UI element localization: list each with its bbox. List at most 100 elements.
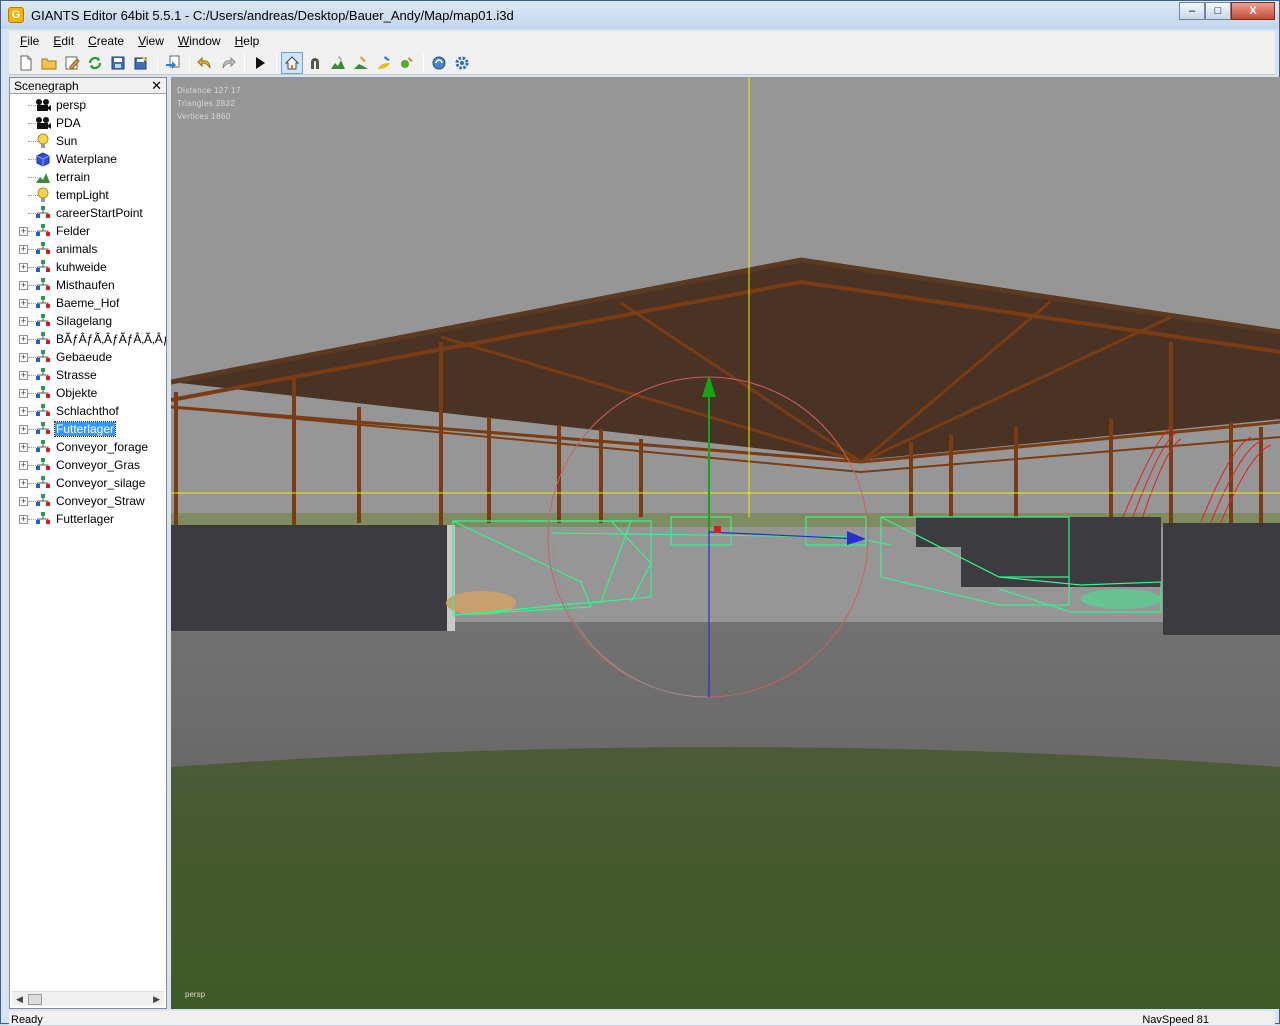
tree-item-label[interactable]: Conveyor_forage (55, 440, 149, 454)
tree-item[interactable]: persp (10, 96, 166, 114)
tree-item-label[interactable]: PDA (55, 116, 82, 130)
foliage-paint-icon[interactable] (373, 52, 395, 74)
tree-item-label[interactable]: Conveyor_Gras (55, 458, 141, 472)
menu-file[interactable]: File (13, 34, 46, 48)
tree-item[interactable]: + Silagelang (10, 312, 166, 330)
terrain-paint-icon[interactable] (350, 52, 372, 74)
open-file-icon[interactable] (38, 52, 60, 74)
expand-icon[interactable]: + (19, 317, 28, 326)
tree-item-label[interactable]: Baeme_Hof (55, 296, 120, 310)
close-button[interactable]: X (1231, 2, 1275, 20)
3d-viewport[interactable]: Distance 127.17 Triangles 2832 Vertices … (171, 77, 1280, 1009)
expand-icon[interactable]: + (19, 425, 28, 434)
tree-item-label[interactable]: tempLight (55, 188, 110, 202)
tree-item[interactable]: PDA (10, 114, 166, 132)
tree-item[interactable]: careerStartPoint (10, 204, 166, 222)
tree-item[interactable]: + Misthaufen (10, 276, 166, 294)
tree-item[interactable]: + Strasse (10, 366, 166, 384)
tree-item-label[interactable]: Sun (55, 134, 78, 148)
tree-item[interactable]: + Conveyor_Gras (10, 456, 166, 474)
tree-item-label[interactable]: Conveyor_silage (55, 476, 146, 490)
scenegraph-tree[interactable]: persp PDA Sun Waterplane terrain tempLight car… (10, 96, 166, 986)
title-bar[interactable]: G GIANTS Editor 64bit 5.5.1 - C:/Users/a… (1, 1, 1279, 29)
tree-item-label[interactable]: Objekte (55, 386, 98, 400)
reload-icon[interactable] (84, 52, 106, 74)
horizontal-scrollbar[interactable]: ◀ ▶ (12, 991, 164, 1006)
tree-item-label[interactable]: persp (55, 98, 87, 112)
tree-item-label[interactable]: BÃƒÂƒÃ‚ÂƒÃƒÂ‚Ã‚Âƒ (55, 332, 166, 346)
expand-icon[interactable]: + (19, 461, 28, 470)
tree-item[interactable]: + Schlachthof (10, 402, 166, 420)
tree-item-label[interactable]: Futterlager (55, 512, 115, 526)
menu-edit[interactable]: Edit (46, 34, 81, 48)
tree-item-label[interactable]: Felder (55, 224, 91, 238)
menu-window[interactable]: Window (171, 34, 228, 48)
expand-icon[interactable]: + (19, 479, 28, 488)
tree-item[interactable]: + Conveyor_Straw (10, 492, 166, 510)
expand-icon[interactable]: + (19, 443, 28, 452)
expand-icon[interactable]: + (19, 515, 28, 524)
settings-icon[interactable] (451, 52, 473, 74)
expand-icon[interactable]: + (19, 299, 28, 308)
tree-item-label[interactable]: Conveyor_Straw (55, 494, 146, 508)
tree-item[interactable]: + Gebaeude (10, 348, 166, 366)
tree-item-label[interactable]: terrain (55, 170, 91, 184)
tree-item[interactable]: Waterplane (10, 150, 166, 168)
new-file-icon[interactable] (15, 52, 37, 74)
close-icon[interactable]: ✕ (151, 79, 162, 92)
tree-item[interactable]: + animals (10, 240, 166, 258)
expand-icon[interactable]: + (19, 353, 28, 362)
save-icon[interactable] (107, 52, 129, 74)
tree-item-label[interactable]: Schlachthof (55, 404, 120, 418)
tree-item-label[interactable]: animals (55, 242, 98, 256)
tree-item[interactable]: terrain (10, 168, 166, 186)
tree-item[interactable]: + Baeme_Hof (10, 294, 166, 312)
expand-icon[interactable]: + (19, 335, 28, 344)
scrollbar-thumb[interactable] (28, 994, 42, 1005)
refresh-shaders-icon[interactable] (428, 52, 450, 74)
expand-icon[interactable]: + (19, 263, 28, 272)
maximize-button[interactable]: □ (1205, 2, 1231, 20)
tree-item-label[interactable]: Waterplane (55, 152, 118, 166)
menu-view[interactable]: View (131, 34, 171, 48)
menu-create[interactable]: Create (81, 34, 131, 48)
play-icon[interactable] (249, 52, 271, 74)
tree-item[interactable]: + Conveyor_silage (10, 474, 166, 492)
select-tool-icon[interactable] (281, 51, 303, 74)
scroll-right-icon[interactable]: ▶ (153, 994, 160, 1005)
tree-item[interactable]: + BÃƒÂƒÃ‚ÂƒÃƒÂ‚Ã‚Âƒ (10, 330, 166, 348)
expand-icon[interactable]: + (19, 245, 28, 254)
expand-icon[interactable]: + (19, 407, 28, 416)
tree-item-label[interactable]: careerStartPoint (55, 206, 144, 220)
tree-item[interactable]: + Futterlager (10, 510, 166, 528)
expand-icon[interactable]: + (19, 227, 28, 236)
tree-item-label[interactable]: Strasse (55, 368, 98, 382)
tree-item-label[interactable]: Silagelang (55, 314, 113, 328)
edit-file-icon[interactable] (61, 52, 83, 74)
tree-item[interactable]: tempLight (10, 186, 166, 204)
menu-help[interactable]: Help (228, 34, 267, 48)
terrain-sculpt-icon[interactable] (327, 52, 349, 74)
plant-paint-icon[interactable] (396, 52, 418, 74)
tree-item[interactable]: Sun (10, 132, 166, 150)
import-icon[interactable] (162, 52, 184, 74)
scroll-left-icon[interactable]: ◀ (16, 994, 23, 1005)
tree-item-label[interactable]: Misthaufen (55, 278, 116, 292)
save-as-icon[interactable] (130, 52, 152, 74)
tree-item[interactable]: + Conveyor_forage (10, 438, 166, 456)
redo-icon[interactable] (217, 52, 239, 74)
expand-icon[interactable]: + (19, 281, 28, 290)
expand-icon[interactable]: + (19, 371, 28, 380)
expand-icon[interactable]: + (19, 389, 28, 398)
tree-item[interactable]: + Futterlager (10, 420, 166, 438)
tree-item-label[interactable]: kuhweide (55, 260, 108, 274)
undo-icon[interactable] (194, 52, 216, 74)
tree-item[interactable]: + Felder (10, 222, 166, 240)
minimize-button[interactable]: – (1179, 2, 1205, 20)
tree-item-label[interactable]: Gebaeude (55, 350, 113, 364)
magnet-icon[interactable] (304, 52, 326, 74)
tree-item-label[interactable]: Futterlager (53, 421, 117, 437)
expand-icon[interactable]: + (19, 497, 28, 506)
tree-item[interactable]: + Objekte (10, 384, 166, 402)
tree-item[interactable]: + kuhweide (10, 258, 166, 276)
